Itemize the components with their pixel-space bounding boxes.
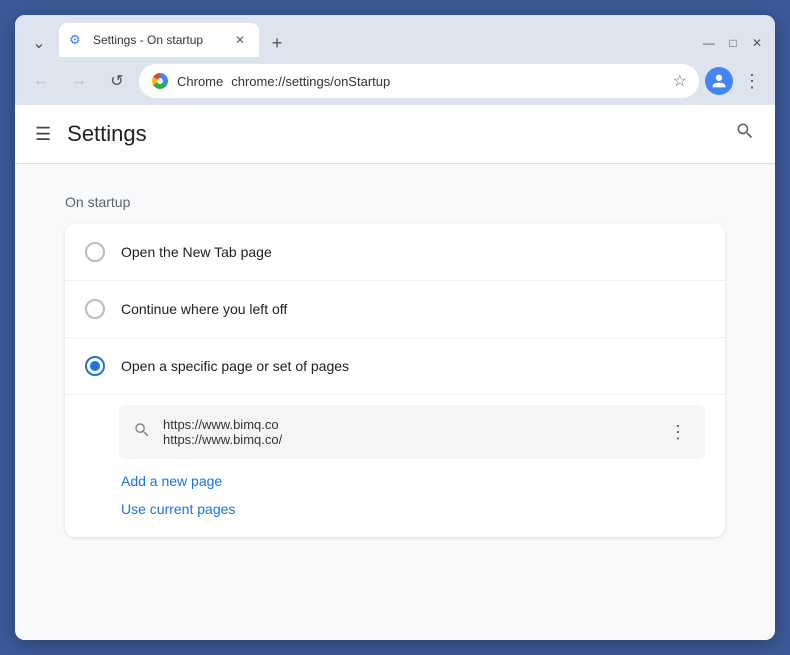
back-button[interactable]: ← [25,65,57,97]
tab-title: Settings - On startup [93,33,223,47]
radio-new-tab[interactable] [85,242,105,262]
window-controls: — □ ✕ [701,35,765,57]
option-new-tab-label: Open the New Tab page [121,244,272,260]
tab-close-button[interactable]: ✕ [231,31,249,49]
chrome-logo-icon [151,72,169,90]
forward-button[interactable]: → [63,65,95,97]
page-url-display-1: https://www.bimq.co [163,417,653,432]
close-window-button[interactable]: ✕ [749,35,765,51]
url-display: chrome://settings/onStartup [231,74,664,89]
tab-dropdown-btn[interactable]: ⌄ [25,29,53,57]
new-tab-button[interactable]: + [263,29,291,57]
address-bar[interactable]: Chrome chrome://settings/onStartup ☆ [139,64,699,98]
option-continue-label: Continue where you left off [121,301,287,317]
brand-label: Chrome [177,74,223,89]
settings-header-left: ☰ Settings [35,121,147,147]
reload-button[interactable]: ↺ [101,65,133,97]
minimize-button[interactable]: — [701,35,717,51]
browser-toolbar: ← → ↺ Chrome chrome://settings/onStartup… [15,57,775,105]
tab-area: ⌄ ⚙ Settings - On startup ✕ + [25,23,701,57]
bookmark-icon[interactable]: ☆ [673,71,687,91]
use-current-pages-link[interactable]: Use current pages [121,501,705,517]
section-title: On startup [65,194,725,210]
settings-header: ☰ Settings [15,105,775,164]
startup-options-card: Open the New Tab page Continue where you… [65,224,725,537]
radio-selected-indicator [90,361,100,371]
sidebar-toggle-button[interactable]: ☰ [35,124,51,145]
settings-main: On startup Open the New Tab page Continu… [15,164,775,640]
chrome-menu-button[interactable]: ⋮ [739,67,765,96]
option-specific-label: Open a specific page or set of pages [121,358,349,374]
option-continue[interactable]: Continue where you left off [65,281,725,338]
option-specific[interactable]: Open a specific page or set of pages [65,338,725,395]
radio-specific[interactable] [85,356,105,376]
page-search-icon [133,421,151,444]
option-new-tab[interactable]: Open the New Tab page [65,224,725,281]
tab-favicon: ⚙ [69,32,85,48]
specific-pages-section: https://www.bimq.co https://www.bimq.co/… [65,395,725,537]
page-url-display-2: https://www.bimq.co/ [163,432,653,447]
profile-button[interactable] [705,67,733,95]
page-entry-item: https://www.bimq.co https://www.bimq.co/… [119,405,705,459]
settings-search-button[interactable] [735,121,755,147]
add-new-page-link[interactable]: Add a new page [121,473,705,489]
radio-continue[interactable] [85,299,105,319]
page-entry-urls: https://www.bimq.co https://www.bimq.co/ [163,417,653,447]
page-content: ☰ Settings On startup Open the New Tab p… [15,105,775,640]
active-tab[interactable]: ⚙ Settings - On startup ✕ [59,23,259,57]
maximize-button[interactable]: □ [725,35,741,51]
page-title: Settings [67,121,147,147]
title-bar: ⌄ ⚙ Settings - On startup ✕ + — □ ✕ [15,15,775,57]
page-entry-menu-button[interactable]: ⋮ [665,418,691,447]
